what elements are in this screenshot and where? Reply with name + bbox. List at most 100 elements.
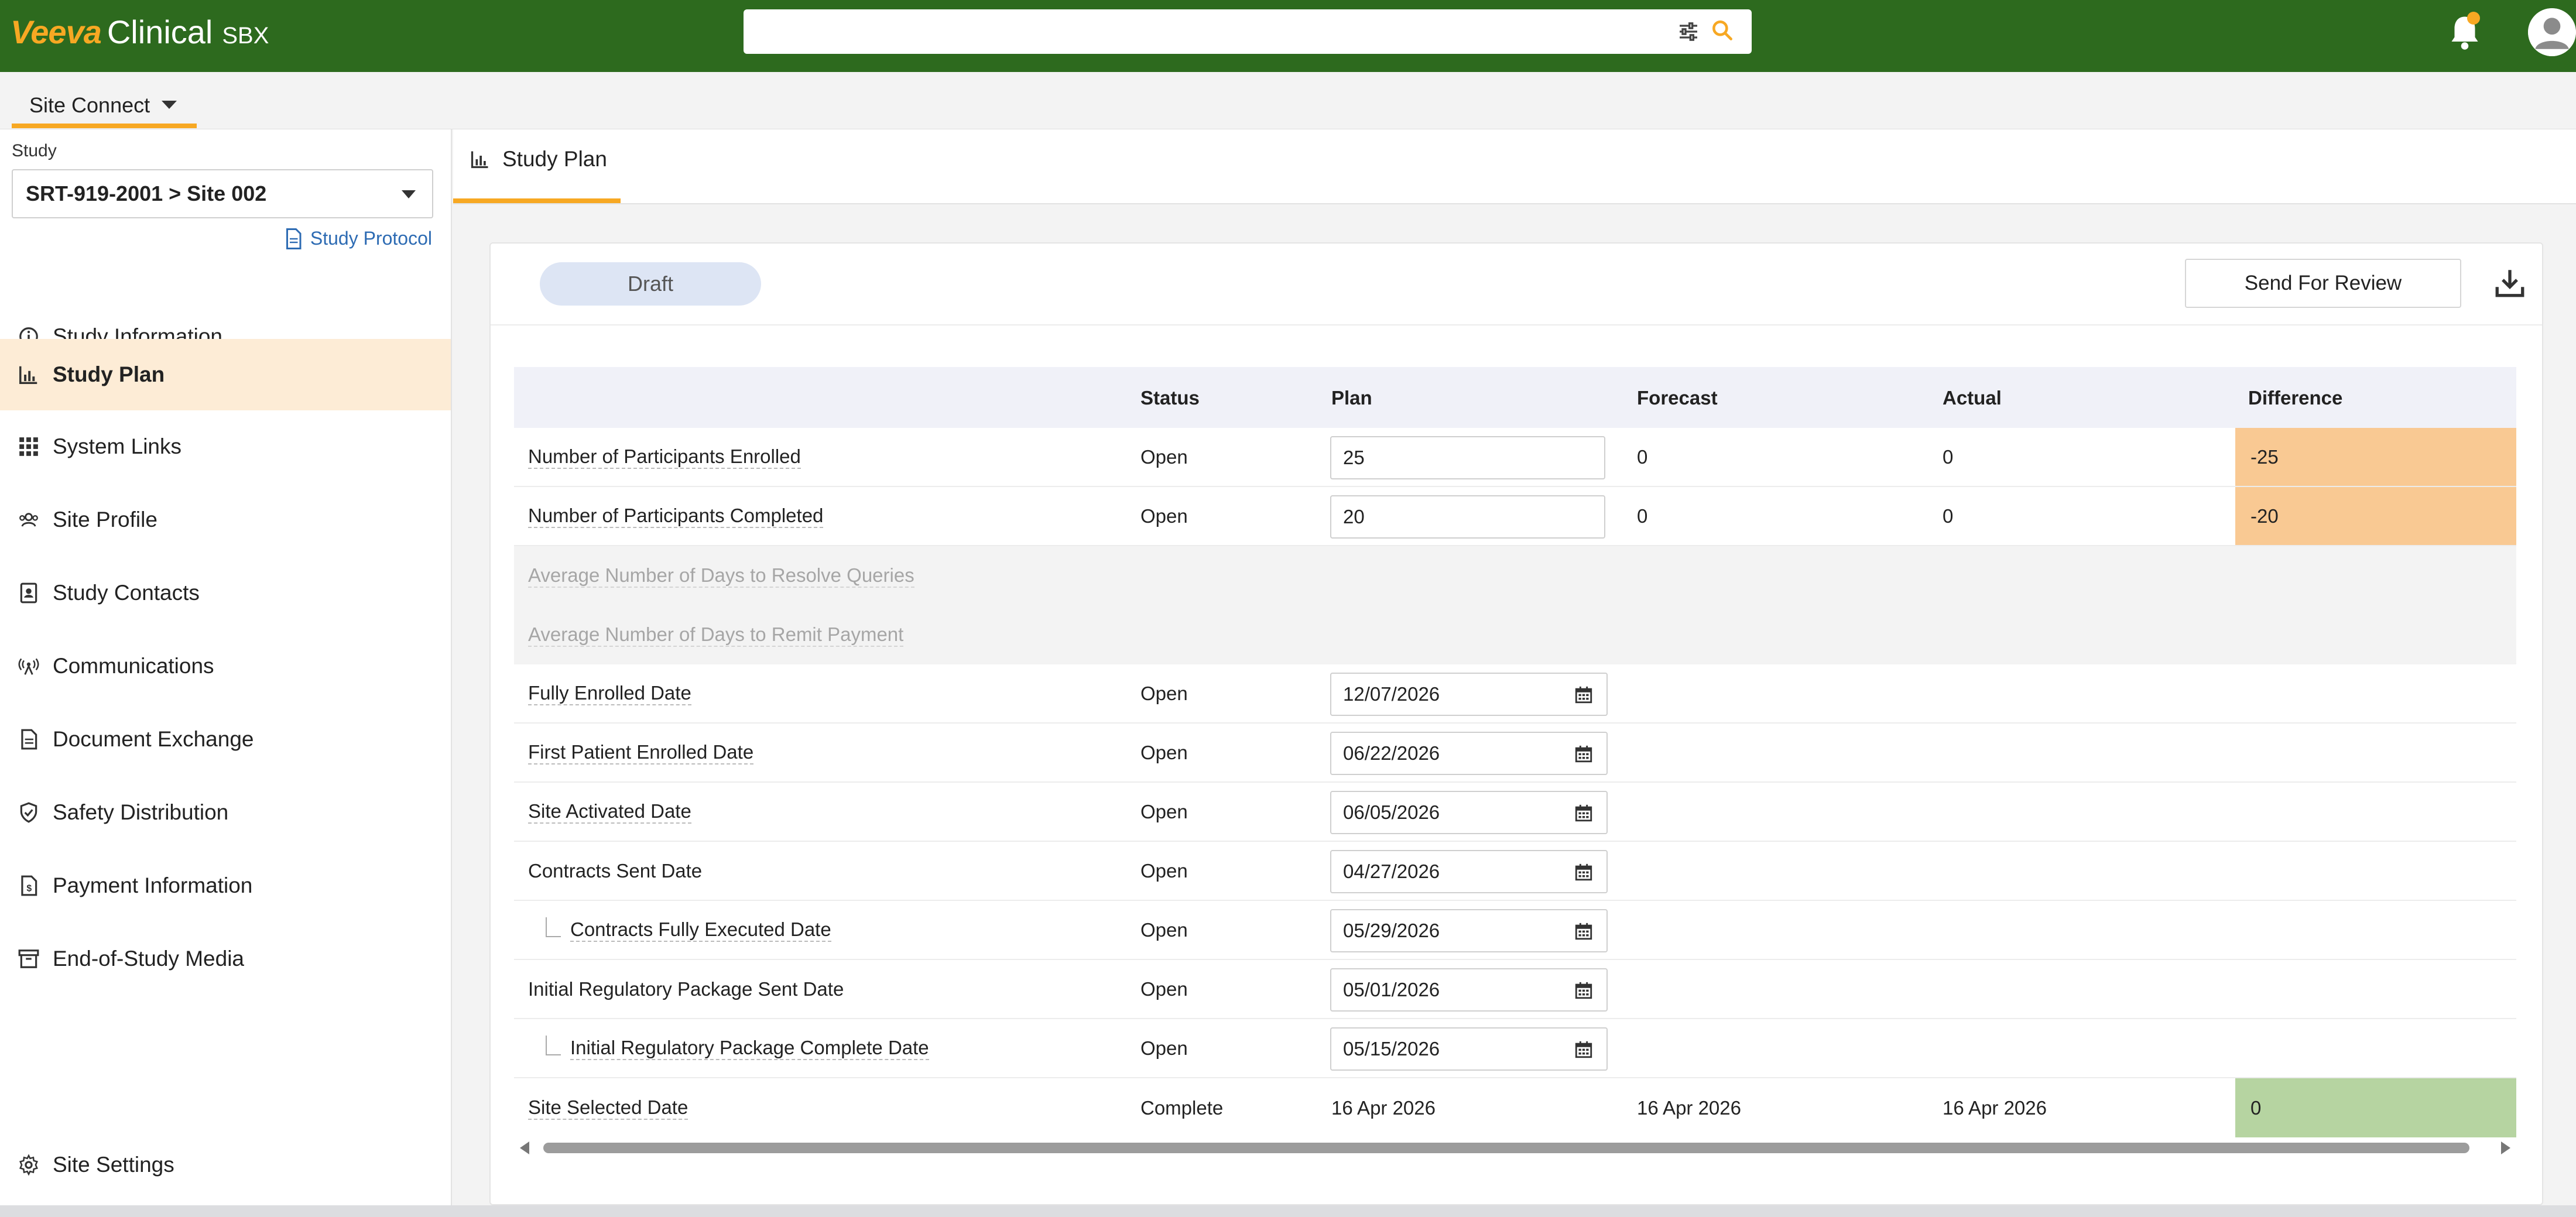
status-cell: Open [1140, 741, 1188, 763]
column-header-plan: Plan [1331, 387, 1372, 409]
plan-input[interactable]: 25 [1330, 436, 1605, 479]
status-cell: Open [1140, 918, 1188, 941]
table-row: Initial Regulatory Package Sent Date Ope… [514, 960, 2516, 1019]
plan-date-value: 06/22/2026 [1343, 742, 1440, 764]
active-tab-indicator [453, 198, 621, 203]
table-header: Status Plan Forecast Actual Difference [514, 367, 2516, 428]
caret-down-icon [402, 190, 416, 198]
calendar-icon[interactable] [1574, 1040, 1594, 1060]
window-bottom-edge [0, 1205, 2576, 1217]
plan-date-input[interactable]: 05/15/2026 [1330, 1027, 1608, 1071]
gear-icon [19, 1154, 38, 1176]
metric-name[interactable]: Fully Enrolled Date [528, 681, 691, 706]
sidebar-item-label: Site Profile [53, 508, 157, 532]
veeva-clinical-logo[interactable]: Veeva Clinical SBX [11, 13, 269, 60]
calendar-icon[interactable] [1574, 981, 1594, 1000]
table-row: Average Number of Days to Resolve Querie… [514, 546, 2516, 605]
child-row-connector [546, 917, 561, 937]
plan-date-input[interactable]: 12/07/2026 [1330, 673, 1608, 716]
actual-cell: 0 [1943, 445, 1954, 468]
product-name: Clinical [107, 13, 213, 50]
global-search-input[interactable] [744, 9, 1752, 54]
metric-name[interactable]: Contracts Fully Executed Date [570, 918, 831, 942]
notification-badge [2467, 12, 2480, 25]
plan-date-input[interactable]: 05/01/2026 [1330, 968, 1608, 1012]
sidebar-item-label: System Links [53, 434, 182, 458]
metric-name: Average Number of Days to Resolve Querie… [528, 564, 914, 588]
sidebar-item-safety-distribution[interactable]: Safety Distribution [0, 777, 451, 848]
grid-icon [19, 437, 38, 456]
plan-date-value: 05/29/2026 [1343, 920, 1440, 941]
svg-text:$: $ [26, 884, 32, 894]
calendar-icon[interactable] [1574, 862, 1594, 882]
sidebar-item-site-settings[interactable]: Site Settings [0, 1129, 451, 1201]
plan-date-value: 05/15/2026 [1343, 1038, 1440, 1060]
plan-date-input[interactable]: 06/05/2026 [1330, 791, 1608, 834]
forecast-cell: 16 Apr 2026 [1637, 1096, 1741, 1119]
metric-name[interactable]: Initial Regulatory Package Complete Date [570, 1036, 929, 1061]
column-header-actual: Actual [1943, 387, 2002, 409]
site-connect-menu[interactable]: Site Connect [12, 85, 194, 126]
send-for-review-button[interactable]: Send For Review [2185, 259, 2461, 308]
column-header-status: Status [1140, 387, 1200, 409]
user-avatar-icon[interactable] [2528, 8, 2576, 56]
plan-date-input[interactable]: 04/27/2026 [1330, 850, 1608, 893]
study-protocol-link[interactable]: Study Protocol [285, 228, 432, 249]
metric-name[interactable]: Number of Participants Completed [528, 504, 824, 529]
archive-box-icon [18, 949, 39, 968]
site-connect-label: Site Connect [29, 93, 150, 117]
forecast-cell: 0 [1637, 445, 1648, 468]
search-icon[interactable] [1710, 18, 1735, 43]
plan-input[interactable]: 20 [1330, 495, 1605, 539]
table-row: Contracts Fully Executed Date Open 05/29… [514, 901, 2516, 960]
scroll-right-arrow-icon[interactable] [2501, 1141, 2510, 1154]
status-cell: Open [1140, 978, 1188, 1000]
table-row: Site Activated Date Open 06/05/2026 [514, 783, 2516, 842]
plan-date-input[interactable]: 06/22/2026 [1330, 732, 1608, 775]
payment-doc-icon: $ [21, 875, 37, 896]
tab-study-plan[interactable]: Study Plan [470, 147, 607, 172]
calendar-icon[interactable] [1574, 744, 1594, 764]
metric-name[interactable]: Number of Participants Enrolled [528, 445, 801, 469]
brand-name: Veeva [11, 13, 102, 50]
metric-name[interactable]: Contracts Sent Date [528, 860, 702, 882]
sliders-icon[interactable] [1677, 20, 1700, 43]
sidebar-item-payment-information[interactable]: $ Payment Information [0, 850, 451, 921]
plan-date-input[interactable]: 05/29/2026 [1330, 909, 1608, 952]
scroll-left-arrow-icon[interactable] [520, 1141, 529, 1154]
bar-chart-icon [19, 366, 37, 384]
sidebar-item-label: Study Plan [53, 362, 165, 386]
horizontal-scrollbar[interactable] [514, 1136, 2516, 1159]
study-select[interactable]: SRT-919-2001 > Site 002 [12, 169, 433, 218]
sidebar-item-label: End-of-Study Media [53, 947, 245, 971]
sidebar-item-system-links[interactable]: System Links [0, 411, 451, 482]
status-cell: Open [1140, 859, 1188, 882]
sidebar-item-communications[interactable]: Communications [0, 630, 451, 702]
people-icon [19, 513, 38, 527]
child-row-connector [546, 1036, 561, 1055]
difference-cell: 0 [2235, 1078, 2516, 1137]
bar-chart-icon [471, 151, 488, 169]
calendar-icon[interactable] [1574, 803, 1594, 823]
table-row: Initial Regulatory Package Complete Date… [514, 1019, 2516, 1078]
sidebar-item-study-contacts[interactable]: Study Contacts [0, 557, 451, 629]
metric-name[interactable]: Site Activated Date [528, 800, 691, 824]
download-icon[interactable] [2493, 266, 2527, 300]
calendar-icon[interactable] [1574, 921, 1594, 941]
sidebar-item-label: Payment Information [53, 873, 253, 897]
sidebar-item-label: Study Contacts [53, 581, 200, 605]
sidebar-item-site-profile[interactable]: Site Profile [0, 484, 451, 556]
metric-name[interactable]: First Patient Enrolled Date [528, 741, 754, 765]
plan-date-value: 06/05/2026 [1343, 801, 1440, 823]
scrollbar-thumb[interactable] [543, 1143, 2469, 1153]
metric-name[interactable]: Initial Regulatory Package Sent Date [528, 978, 844, 1000]
app-tab-bar: Site Connect [0, 72, 2576, 129]
metric-name[interactable]: Site Selected Date [528, 1096, 688, 1120]
plan-date-value: 04/27/2026 [1343, 861, 1440, 882]
sidebar-item-study-plan[interactable]: Study Plan [0, 339, 451, 410]
sidebar-item-document-exchange[interactable]: Document Exchange [0, 704, 451, 775]
environment-label: SBX [222, 23, 269, 49]
calendar-icon[interactable] [1574, 685, 1594, 705]
sidebar-item-end-of-study-media[interactable]: End-of-Study Media [0, 923, 451, 995]
sidebar-item-label: Document Exchange [53, 727, 254, 751]
